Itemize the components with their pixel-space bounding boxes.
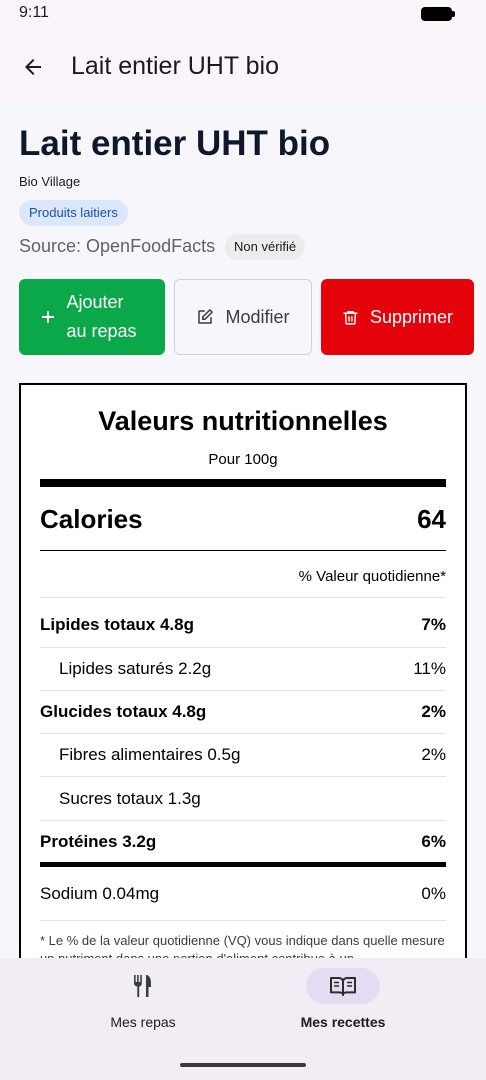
plus-icon (40, 309, 56, 325)
edit-button[interactable]: Modifier (174, 279, 312, 355)
divider (40, 733, 446, 734)
gesture-handle[interactable] (180, 1063, 306, 1067)
nutrient-row-fiber: Fibres alimentaires 0.5g 2% (40, 740, 446, 770)
nav-icon-container (106, 968, 180, 1004)
nutrient-label: Lipides totaux 4.8g (40, 615, 194, 634)
verification-badge: Non vérifié (225, 234, 306, 260)
nutrient-dv: 7% (421, 615, 446, 634)
nutrient-dv: 11% (413, 659, 446, 678)
food-detail[interactable]: Lait entier UHT bio Bio Village Produits… (0, 104, 486, 958)
nutrient-row-total-fat: Lipides totaux 4.8g 7% (40, 610, 446, 640)
fork-knife-icon (134, 975, 151, 997)
serving-size: Pour 100g (208, 451, 278, 468)
divider (40, 647, 446, 648)
nutrient-label: Protéines 3.2g (40, 832, 157, 851)
bottom-navigation: Mes repas Mes recettes (0, 958, 486, 1080)
nutrient-dv: 0% (421, 884, 446, 903)
trash-icon (342, 309, 359, 326)
delete-label: Supprimer (369, 306, 454, 327)
nutrition-facts-panel: Valeurs nutritionnelles Pour 100g Calori… (19, 383, 467, 958)
nav-label: Mes repas (110, 1014, 176, 1030)
edit-icon (196, 308, 214, 326)
source-label: Source: OpenFoodFacts (19, 236, 216, 256)
nutrient-label: Sodium 0.04mg (40, 884, 160, 903)
nutrient-row-sodium: Sodium 0.04mg 0% (40, 879, 446, 909)
nutrient-label: Glucides totaux 4.8g (40, 702, 207, 721)
app-bar-title: Lait entier UHT bio (71, 52, 279, 80)
edit-label: Modifier (225, 306, 290, 327)
nutrient-row-sugars: Sucres totaux 1.3g (40, 784, 446, 814)
nav-label: Mes recettes (300, 1014, 386, 1030)
divider-thick (40, 479, 446, 487)
category-chip: Produits laitiers (19, 200, 128, 226)
add-to-meal-button[interactable]: Ajouter au repas (19, 279, 165, 355)
nutrient-label: Lipides saturés 2.2g (59, 659, 212, 678)
food-name: Lait entier UHT bio (19, 124, 331, 163)
status-bar: 9:11 (0, 0, 486, 30)
arrow-left-icon (25, 59, 41, 75)
nutrient-label: Sucres totaux 1.3g (59, 789, 201, 808)
nutrient-label: Fibres alimentaires 0.5g (59, 745, 241, 764)
book-icon (330, 977, 356, 996)
nav-item-mes-repas[interactable]: Mes repas (63, 968, 223, 1030)
divider (40, 690, 446, 691)
nav-icon-container-selected (306, 968, 380, 1004)
calories-label: Calories (40, 503, 143, 534)
divider (40, 597, 446, 598)
divider (40, 550, 446, 551)
nutrient-row-total-carbs: Glucides totaux 4.8g 2% (40, 697, 446, 727)
calories-value: 64 (417, 503, 446, 534)
nav-item-mes-recettes[interactable]: Mes recettes (263, 968, 423, 1030)
nutrient-dv: 6% (421, 832, 446, 851)
app-bar: Lait entier UHT bio (0, 30, 486, 104)
status-time: 9:11 (19, 4, 49, 21)
nutrient-dv: 2% (421, 702, 446, 721)
nutrient-row-protein: Protéines 3.2g 6% (40, 827, 446, 857)
battery-icon (421, 7, 455, 21)
nutrition-title: Valeurs nutritionnelles (98, 406, 388, 436)
divider (40, 820, 446, 821)
nutrient-dv: 2% (421, 745, 446, 764)
daily-value-header: % Valeur quotidienne* (298, 568, 446, 585)
add-to-meal-label: Ajouter au repas (66, 292, 137, 341)
back-button[interactable] (14, 48, 52, 86)
food-brand: Bio Village (19, 174, 81, 189)
divider (40, 776, 446, 777)
calories-row: Calories 64 (40, 497, 446, 541)
divider (40, 920, 446, 921)
delete-button[interactable]: Supprimer (321, 279, 474, 355)
divider-thick (40, 862, 446, 867)
nutrient-row-saturated-fat: Lipides saturés 2.2g 11% (40, 654, 446, 684)
daily-value-footnote: * Le % de la valeur quotidienne (VQ) vou… (40, 933, 445, 958)
